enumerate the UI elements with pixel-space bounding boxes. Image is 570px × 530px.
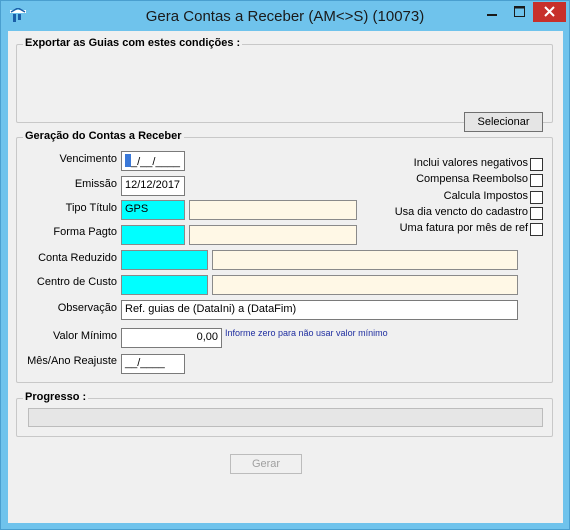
- vencimento-value: _/__/____: [131, 156, 180, 168]
- conta-reduzido-code-field[interactable]: [121, 250, 208, 270]
- app-window: Gera Contas a Receber (AM<>S) (10073) Ex…: [0, 0, 570, 530]
- window-client: Exportar as Guias com estes condições : …: [8, 31, 563, 523]
- close-button[interactable]: [533, 2, 566, 22]
- checkbox-label-inclui-negativos: Inclui valores negativos: [413, 157, 528, 169]
- progress-bar: [28, 408, 543, 427]
- checkbox-calcula-impostos[interactable]: [530, 191, 543, 204]
- maximize-button[interactable]: [506, 2, 533, 22]
- valor-minimo-hint: Informe zero para não usar valor mínimo: [225, 328, 388, 338]
- title-bar[interactable]: Gera Contas a Receber (AM<>S) (10073): [1, 1, 569, 31]
- centro-custo-label: Centro de Custo: [36, 276, 117, 288]
- vencimento-field[interactable]: _/__/____: [121, 151, 185, 171]
- valor-minimo-label: Valor Mínimo: [53, 330, 117, 342]
- observacao-field[interactable]: Ref. guias de (DataIni) a (DataFim): [121, 300, 518, 320]
- conta-reduzido-label: Conta Reduzido: [38, 252, 117, 264]
- conta-reduzido-description-field[interactable]: [212, 250, 518, 270]
- minimize-button[interactable]: [478, 2, 506, 22]
- checkbox-inclui-negativos[interactable]: [530, 158, 543, 171]
- tipo-titulo-code-field[interactable]: GPS: [121, 200, 185, 220]
- select-button[interactable]: Selecionar: [464, 112, 543, 132]
- progress-group-title: Progresso :: [23, 391, 89, 403]
- observacao-label: Observação: [57, 302, 117, 314]
- mes-ano-reajuste-field[interactable]: __/____: [121, 354, 185, 374]
- forma-pagto-description-field[interactable]: [189, 225, 357, 245]
- checkbox-uma-fatura[interactable]: [530, 223, 543, 236]
- centro-custo-description-field[interactable]: [212, 275, 518, 295]
- checkbox-label-compensa-reembolso: Compensa Reembolso: [416, 173, 528, 185]
- centro-custo-code-field[interactable]: [121, 275, 208, 295]
- maximize-icon: [514, 6, 525, 17]
- emissao-label: Emissão: [74, 178, 117, 190]
- checkbox-label-uma-fatura: Uma fatura por mês de ref: [399, 222, 528, 234]
- vencimento-label: Vencimento: [59, 153, 117, 165]
- checkbox-usa-dia-vencto[interactable]: [530, 207, 543, 220]
- close-icon: [544, 6, 555, 17]
- mes-ano-reajuste-label: Mês/Ano Reajuste: [27, 355, 117, 367]
- generation-group-title: Geração do Contas a Receber: [23, 130, 184, 142]
- generate-button[interactable]: Gerar: [230, 454, 302, 474]
- valor-minimo-field[interactable]: 0,00: [121, 328, 222, 348]
- minimize-icon: [487, 14, 497, 16]
- forma-pagto-label: Forma Pagto: [53, 226, 117, 238]
- checkbox-label-usa-dia-vencto: Usa dia vencto do cadastro: [394, 206, 528, 218]
- checkbox-label-calcula-impostos: Calcula Impostos: [443, 190, 528, 202]
- checkbox-compensa-reembolso[interactable]: [530, 174, 543, 187]
- export-group-title: Exportar as Guias com estes condições :: [23, 37, 243, 49]
- tipo-titulo-label: Tipo Título: [65, 202, 117, 214]
- tipo-titulo-description-field[interactable]: [189, 200, 357, 220]
- emissao-field[interactable]: 12/12/2017: [121, 176, 185, 196]
- forma-pagto-code-field[interactable]: [121, 225, 185, 245]
